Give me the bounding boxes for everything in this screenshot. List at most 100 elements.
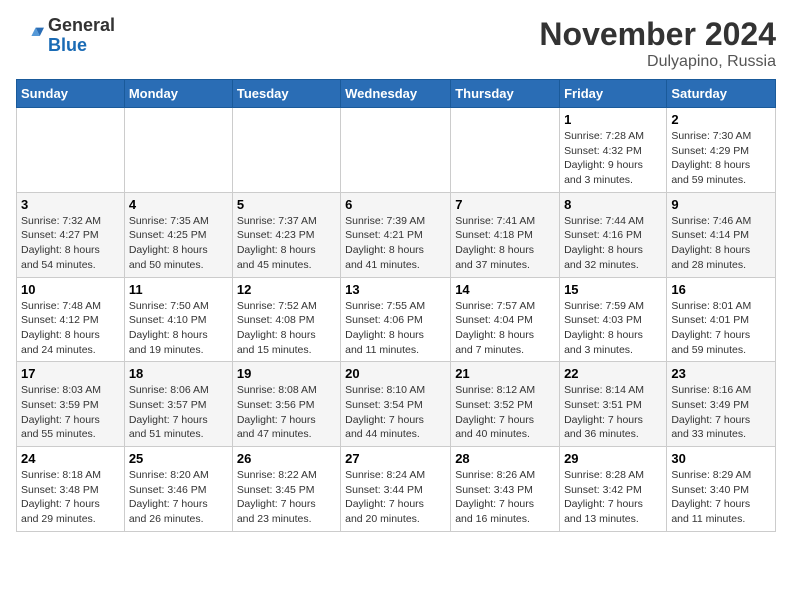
day-of-week-header: Wednesday (341, 80, 451, 108)
day-number: 16 (671, 282, 771, 297)
day-number: 23 (671, 366, 771, 381)
calendar-cell: 6Sunrise: 7:39 AMSunset: 4:21 PMDaylight… (341, 192, 451, 277)
calendar-cell (451, 108, 560, 193)
calendar-cell: 10 Sunrise: 7:48 AMSunset: 4:12 PMDayligh… (17, 277, 125, 362)
day-number: 10 (21, 282, 120, 297)
day-info: Sunrise: 8:26 AMSunset: 3:43 PMDaylight:… (455, 468, 555, 527)
calendar-cell: 22 Sunrise: 8:14 AMSunset: 3:51 PMDayligh… (560, 362, 667, 447)
calendar-cell: 29 Sunrise: 8:28 AMSunset: 3:42 PMDayligh… (560, 447, 667, 532)
day-number: 14 (455, 282, 555, 297)
calendar-cell: 20 Sunrise: 8:10 AMSunset: 3:54 PMDayligh… (341, 362, 451, 447)
calendar-cell: 14 Sunrise: 7:57 AMSunset: 4:04 PMDayligh… (451, 277, 560, 362)
day-number: 26 (237, 451, 336, 466)
day-info: Sunrise: 7:52 AMSunset: 4:08 PMDaylight:… (237, 299, 336, 358)
calendar-cell: 24 Sunrise: 8:18 AMSunset: 3:48 PMDayligh… (17, 447, 125, 532)
day-info: Sunrise: 8:10 AMSunset: 3:54 PMDaylight:… (345, 383, 446, 442)
day-info: Sunrise: 7:48 AMSunset: 4:12 PMDaylight:… (21, 299, 120, 358)
calendar-cell: 15 Sunrise: 7:59 AMSunset: 4:03 PMDayligh… (560, 277, 667, 362)
day-number: 17 (21, 366, 120, 381)
day-of-week-header: Friday (560, 80, 667, 108)
day-info: Sunrise: 7:39 AMSunset: 4:21 PMDaylight:… (345, 214, 446, 273)
calendar-cell: 12 Sunrise: 7:52 AMSunset: 4:08 PMDayligh… (232, 277, 340, 362)
day-info: Sunrise: 8:16 AMSunset: 3:49 PMDaylight:… (671, 383, 771, 442)
day-number: 2 (671, 112, 771, 127)
calendar-body: 1 Sunrise: 7:28 AMSunset: 4:32 PMDaylight… (17, 108, 776, 532)
calendar-cell (341, 108, 451, 193)
location-title: Dulyapino, Russia (539, 53, 776, 71)
day-info: Sunrise: 8:18 AMSunset: 3:48 PMDaylight:… (21, 468, 120, 527)
day-info: Sunrise: 8:03 AMSunset: 3:59 PMDaylight:… (21, 383, 120, 442)
calendar-cell: 16 Sunrise: 8:01 AMSunset: 4:01 PMDayligh… (667, 277, 776, 362)
day-info: Sunrise: 7:55 AMSunset: 4:06 PMDaylight:… (345, 299, 446, 358)
calendar-cell: 7 Sunrise: 7:41 AMSunset: 4:18 PMDaylight… (451, 192, 560, 277)
day-number: 20 (345, 366, 446, 381)
day-number: 18 (129, 366, 228, 381)
logo-icon (16, 22, 44, 50)
day-number: 24 (21, 451, 120, 466)
day-info: Sunrise: 7:41 AMSunset: 4:18 PMDaylight:… (455, 214, 555, 273)
day-info: Sunrise: 7:32 AMSunset: 4:27 PMDaylight:… (21, 214, 120, 273)
calendar-cell: 23 Sunrise: 8:16 AMSunset: 3:49 PMDayligh… (667, 362, 776, 447)
calendar-week-row: 3 Sunrise: 7:32 AMSunset: 4:27 PMDaylight… (17, 192, 776, 277)
day-info: Sunrise: 8:29 AMSunset: 3:40 PMDaylight:… (671, 468, 771, 527)
calendar-cell: 11Sunrise: 7:50 AMSunset: 4:10 PMDayligh… (124, 277, 232, 362)
day-info: Sunrise: 7:35 AMSunset: 4:25 PMDaylight:… (129, 214, 228, 273)
header: General Blue November 2024 Dulyapino, Ru… (16, 16, 776, 71)
calendar-cell: 19 Sunrise: 8:08 AMSunset: 3:56 PMDayligh… (232, 362, 340, 447)
day-number: 21 (455, 366, 555, 381)
calendar-cell: 5Sunrise: 7:37 AMSunset: 4:23 PMDaylight… (232, 192, 340, 277)
day-number: 30 (671, 451, 771, 466)
day-info: Sunrise: 8:01 AMSunset: 4:01 PMDaylight:… (671, 299, 771, 358)
calendar-cell: 28 Sunrise: 8:26 AMSunset: 3:43 PMDayligh… (451, 447, 560, 532)
calendar-cell: 25 Sunrise: 8:20 AMSunset: 3:46 PMDayligh… (124, 447, 232, 532)
logo-text: General Blue (48, 16, 115, 56)
day-info: Sunrise: 8:12 AMSunset: 3:52 PMDaylight:… (455, 383, 555, 442)
calendar-cell: 18Sunrise: 8:06 AMSunset: 3:57 PMDayligh… (124, 362, 232, 447)
calendar-cell (17, 108, 125, 193)
day-number: 3 (21, 197, 120, 212)
day-number: 22 (564, 366, 662, 381)
day-number: 13 (345, 282, 446, 297)
calendar-cell: 1 Sunrise: 7:28 AMSunset: 4:32 PMDaylight… (560, 108, 667, 193)
day-number: 28 (455, 451, 555, 466)
day-number: 15 (564, 282, 662, 297)
day-number: 27 (345, 451, 446, 466)
month-title: November 2024 (539, 16, 776, 53)
day-info: Sunrise: 8:20 AMSunset: 3:46 PMDaylight:… (129, 468, 228, 527)
day-info: Sunrise: 7:57 AMSunset: 4:04 PMDaylight:… (455, 299, 555, 358)
logo: General Blue (16, 16, 115, 56)
day-info: Sunrise: 7:28 AMSunset: 4:32 PMDaylight:… (564, 129, 662, 188)
title-area: November 2024 Dulyapino, Russia (539, 16, 776, 71)
day-of-week-header: Monday (124, 80, 232, 108)
day-number: 7 (455, 197, 555, 212)
calendar-cell (232, 108, 340, 193)
day-info: Sunrise: 8:22 AMSunset: 3:45 PMDaylight:… (237, 468, 336, 527)
day-info: Sunrise: 8:14 AMSunset: 3:51 PMDaylight:… (564, 383, 662, 442)
day-info: Sunrise: 8:08 AMSunset: 3:56 PMDaylight:… (237, 383, 336, 442)
day-number: 19 (237, 366, 336, 381)
calendar-cell: 26 Sunrise: 8:22 AMSunset: 3:45 PMDayligh… (232, 447, 340, 532)
day-info: Sunrise: 7:44 AMSunset: 4:16 PMDaylight:… (564, 214, 662, 273)
day-of-week-header: Saturday (667, 80, 776, 108)
calendar-cell: 30 Sunrise: 8:29 AMSunset: 3:40 PMDayligh… (667, 447, 776, 532)
day-info: Sunrise: 7:46 AMSunset: 4:14 PMDaylight:… (671, 214, 771, 273)
day-info: Sunrise: 7:30 AMSunset: 4:29 PMDaylight:… (671, 129, 771, 188)
day-number: 4 (129, 197, 228, 212)
day-number: 29 (564, 451, 662, 466)
calendar-week-row: 10 Sunrise: 7:48 AMSunset: 4:12 PMDayligh… (17, 277, 776, 362)
day-number: 5 (237, 197, 336, 212)
calendar-cell: 21 Sunrise: 8:12 AMSunset: 3:52 PMDayligh… (451, 362, 560, 447)
day-number: 12 (237, 282, 336, 297)
day-info: Sunrise: 7:59 AMSunset: 4:03 PMDaylight:… (564, 299, 662, 358)
calendar-week-row: 17 Sunrise: 8:03 AMSunset: 3:59 PMDayligh… (17, 362, 776, 447)
day-info: Sunrise: 8:28 AMSunset: 3:42 PMDaylight:… (564, 468, 662, 527)
day-info: Sunrise: 7:50 AMSunset: 4:10 PMDaylight:… (129, 299, 228, 358)
day-number: 1 (564, 112, 662, 127)
day-of-week-header: Thursday (451, 80, 560, 108)
day-number: 25 (129, 451, 228, 466)
calendar-cell: 17 Sunrise: 8:03 AMSunset: 3:59 PMDayligh… (17, 362, 125, 447)
calendar-cell: 4 Sunrise: 7:35 AMSunset: 4:25 PMDaylight… (124, 192, 232, 277)
calendar-cell (124, 108, 232, 193)
day-info: Sunrise: 8:24 AMSunset: 3:44 PMDaylight:… (345, 468, 446, 527)
calendar-week-row: 1 Sunrise: 7:28 AMSunset: 4:32 PMDaylight… (17, 108, 776, 193)
